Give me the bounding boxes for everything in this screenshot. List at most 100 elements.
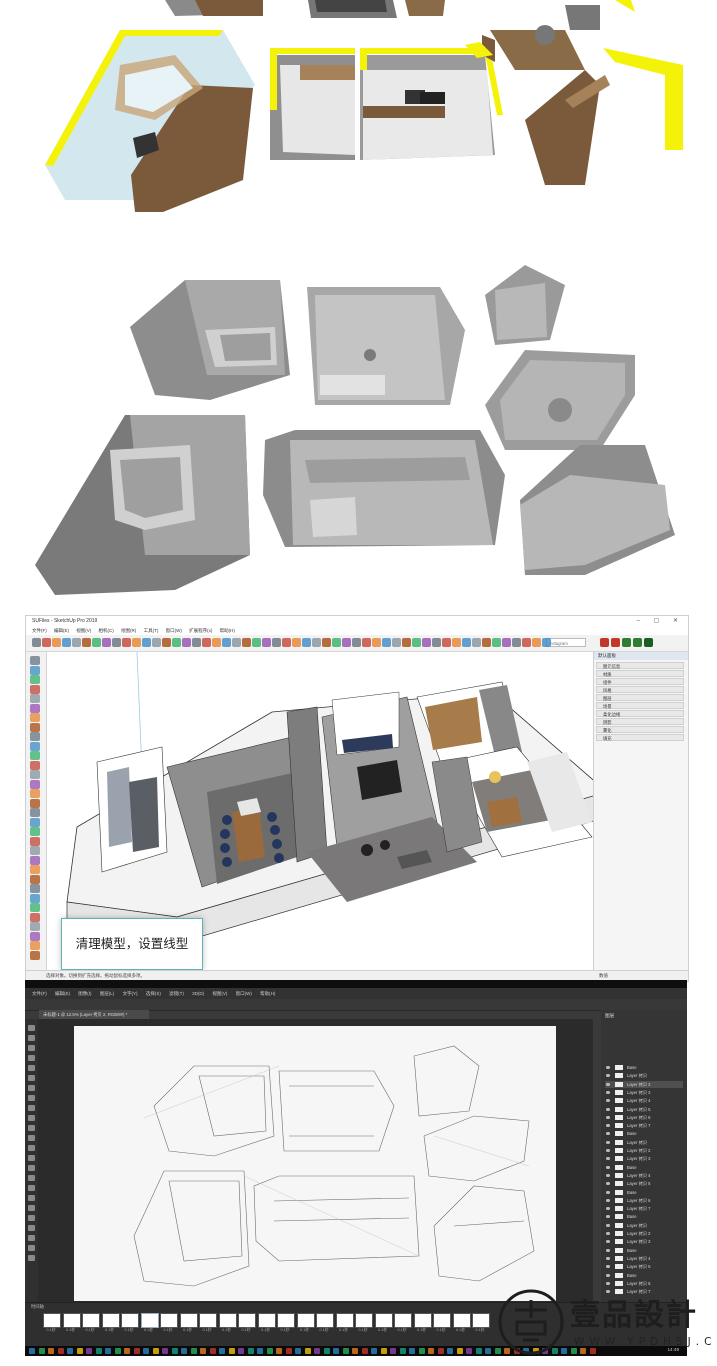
layer-row[interactable]: Layer 拷贝 6	[605, 1280, 683, 1287]
left-tool-icon[interactable]	[30, 798, 40, 808]
layer-row[interactable]: Layer 拷贝 4	[605, 1255, 683, 1262]
layer-row[interactable]: Layer 拷贝 5	[605, 1263, 683, 1270]
layer-row[interactable]: Layer 拷贝 3	[605, 1238, 683, 1245]
ps-tool-icon[interactable]	[28, 1225, 35, 1231]
taskbar-app-icon[interactable]	[38, 1348, 45, 1354]
toolbar-tool-icon[interactable]	[422, 638, 431, 647]
taskbar-app-icon[interactable]	[333, 1348, 339, 1354]
left-tool-icon[interactable]	[30, 741, 40, 751]
extension-icon[interactable]	[611, 638, 620, 647]
toolbar-tool-icon[interactable]	[542, 638, 551, 647]
extension-icon[interactable]	[644, 638, 653, 647]
toolbar-tool-icon[interactable]	[142, 638, 151, 647]
toolbar-tool-icon[interactable]	[42, 638, 51, 647]
frame-delay-label[interactable]: 0.1秒	[277, 1328, 293, 1333]
toolbar-tool-icon[interactable]	[282, 638, 291, 647]
taskbar-app-icon[interactable]	[209, 1348, 216, 1354]
ps-tool-icon[interactable]	[28, 1155, 35, 1161]
toolbar-tool-icon[interactable]	[462, 638, 471, 647]
layer-row[interactable]: Layer 拷贝 2	[605, 1147, 683, 1154]
left-tool-icon[interactable]	[30, 703, 40, 713]
ps-tool-icon[interactable]	[28, 1055, 35, 1061]
ps-tool-icon[interactable]	[28, 1045, 35, 1051]
ps-menu-type[interactable]: 文字(Y)	[123, 991, 138, 996]
ps-tool-icon[interactable]	[28, 1115, 35, 1121]
taskbar-app-icon[interactable]	[285, 1348, 292, 1354]
menu-edit[interactable]: 编辑(E)	[54, 628, 69, 633]
taskbar-app-icon[interactable]	[181, 1348, 187, 1354]
toolbar-tool-icon[interactable]	[72, 638, 81, 647]
toolbar-tool-icon[interactable]	[312, 638, 321, 647]
taskbar-app-icon[interactable]	[276, 1348, 282, 1354]
animation-frame[interactable]	[413, 1313, 432, 1328]
frame-delay-label[interactable]: 0.1秒	[453, 1328, 469, 1333]
ps-menu-filter[interactable]: 滤镜(T)	[169, 991, 184, 996]
taskbar-app-icon[interactable]	[428, 1348, 434, 1354]
frame-delay-label[interactable]: 0.1秒	[43, 1328, 59, 1333]
extension-icon[interactable]	[622, 638, 631, 647]
toolbar-tool-icon[interactable]	[192, 638, 201, 647]
visibility-eye-icon[interactable]	[606, 1140, 610, 1144]
menu-tools[interactable]: 工具(T)	[144, 628, 159, 633]
left-tool-icon[interactable]	[30, 779, 40, 789]
animation-frame[interactable]	[101, 1313, 120, 1328]
toolbar-tool-icon[interactable]	[172, 638, 181, 647]
taskbar-app-icon[interactable]	[95, 1348, 102, 1354]
tray-item-scenes[interactable]: 场景	[596, 702, 684, 709]
ps-tool-icon[interactable]	[28, 1165, 35, 1171]
animation-frame[interactable]	[472, 1313, 490, 1328]
toolbar-tool-icon[interactable]	[402, 638, 411, 647]
taskbar-app-icon[interactable]	[171, 1348, 178, 1354]
taskbar-app-icon[interactable]	[361, 1348, 368, 1354]
left-tool-icon[interactable]	[30, 760, 40, 770]
toolbar-tool-icon[interactable]	[522, 638, 531, 647]
ps-tool-icon[interactable]	[28, 1075, 35, 1081]
extension-icon[interactable]	[600, 638, 609, 647]
visibility-eye-icon[interactable]	[606, 1207, 610, 1211]
animation-frame[interactable]	[43, 1313, 61, 1328]
layer-row[interactable]: Layer 拷贝 2	[605, 1080, 683, 1088]
ps-tool-icon[interactable]	[28, 1195, 35, 1201]
ps-tool-icon[interactable]	[28, 1185, 35, 1191]
left-tool-icon[interactable]	[30, 912, 40, 922]
visibility-eye-icon[interactable]	[606, 1281, 610, 1285]
taskbar-app-icon[interactable]	[105, 1348, 111, 1354]
frame-delay-label[interactable]: 0.1秒	[82, 1328, 98, 1333]
visibility-eye-icon[interactable]	[606, 1099, 610, 1103]
animation-frame[interactable]	[179, 1313, 198, 1328]
visibility-eye-icon[interactable]	[606, 1107, 610, 1111]
visibility-eye-icon[interactable]	[606, 1074, 610, 1078]
taskbar-app-icon[interactable]	[399, 1348, 406, 1354]
left-tool-icon[interactable]	[30, 903, 40, 912]
left-tool-icon[interactable]	[30, 884, 40, 893]
animation-frame[interactable]	[277, 1313, 295, 1328]
left-tool-icon[interactable]	[30, 656, 40, 665]
layer-row[interactable]: Layer 拷贝 5	[605, 1180, 683, 1187]
search-input[interactable]: instagram	[546, 638, 586, 647]
layer-row[interactable]: Layer 拷贝 3	[605, 1155, 683, 1162]
toolbar-tool-icon[interactable]	[362, 638, 371, 647]
visibility-eye-icon[interactable]	[606, 1256, 610, 1260]
animation-frame[interactable]	[335, 1313, 354, 1328]
ps-tool-icon[interactable]	[28, 1025, 35, 1031]
ps-tool-icon[interactable]	[28, 1125, 35, 1131]
toolbar-tool-icon[interactable]	[202, 638, 211, 647]
taskbar-app-icon[interactable]	[114, 1348, 121, 1354]
tray-item-soften-edges[interactable]: 柔化边线	[596, 710, 684, 717]
toolbar-tool-icon[interactable]	[262, 638, 271, 647]
ps-tool-icon[interactable]	[28, 1095, 35, 1101]
ps-tool-icon[interactable]	[28, 1105, 35, 1111]
taskbar-app-icon[interactable]	[485, 1348, 491, 1354]
ps-menu-window[interactable]: 窗口(W)	[236, 991, 252, 996]
layer-row[interactable]: Base	[605, 1247, 683, 1254]
ps-menu-view[interactable]: 视图(V)	[212, 991, 227, 996]
toolbar-tool-icon[interactable]	[292, 638, 301, 647]
ps-tool-icon[interactable]	[28, 1245, 35, 1251]
ps-tool-icon[interactable]	[28, 1085, 35, 1091]
taskbar-app-icon[interactable]	[200, 1348, 206, 1354]
ps-tool-icon[interactable]	[28, 1145, 35, 1151]
left-tool-icon[interactable]	[30, 950, 40, 960]
left-tool-icon[interactable]	[30, 836, 40, 846]
frame-delay-label[interactable]: 0.1秒	[238, 1328, 254, 1333]
toolbar-tool-icon[interactable]	[82, 638, 91, 647]
